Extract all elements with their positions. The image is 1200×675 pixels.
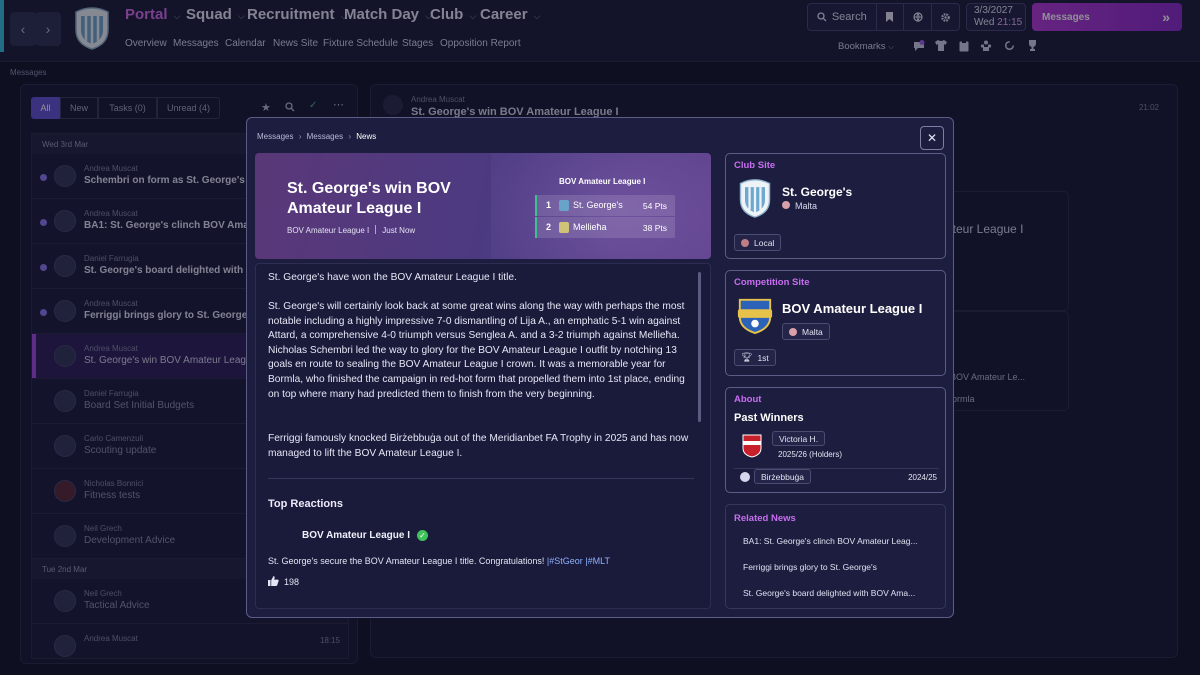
- divider: [375, 225, 377, 234]
- winner-season-text: 2024/25: [908, 473, 937, 482]
- related-news-item[interactable]: BA1: St. George's clinch BOV Amateur Lea…: [743, 536, 918, 546]
- winner-season: 2025/26 (Holders): [778, 450, 842, 459]
- reaction-body: St. George's secure the BOV Amateur Leag…: [268, 556, 545, 566]
- club-nation: Malta: [782, 201, 817, 211]
- winner-team-chip[interactable]: Victoria H.: [772, 431, 826, 446]
- club-name[interactable]: St. George's: [782, 185, 852, 199]
- malta-flag-icon: [789, 327, 797, 336]
- table-position: 1: [546, 200, 552, 210]
- verified-icon: ✓: [417, 530, 428, 541]
- crumb-messages[interactable]: Messages: [257, 132, 293, 141]
- news-meta: BOV Amateur League I Just Now: [287, 225, 415, 235]
- club-crest-icon: [739, 179, 771, 218]
- birzebbuga-crest-icon: [740, 472, 750, 482]
- article-paragraph: St. George's have won the BOV Amateur Le…: [268, 272, 517, 283]
- likes-counter[interactable]: 198: [268, 576, 299, 587]
- club-nation-label: Malta: [795, 201, 818, 211]
- competition-rank-chip[interactable]: 🏆︎ 1st: [734, 349, 776, 366]
- news-time: Just Now: [382, 226, 416, 235]
- card-title: Club Site: [734, 160, 776, 171]
- table-row[interactable]: 1 St. George's 54 Pts: [535, 195, 675, 216]
- victoria-crest-icon: [742, 434, 762, 458]
- news-article: St. George's have won the BOV Amateur Le…: [255, 263, 711, 609]
- hashtag[interactable]: |#MLT: [585, 556, 610, 566]
- divider: [268, 478, 694, 479]
- trophy-icon: 🏆︎: [741, 352, 753, 362]
- top-reactions-heading: Top Reactions: [268, 498, 343, 510]
- competition-logo-icon: [737, 298, 773, 335]
- reaction-text: St. George's secure the BOV Amateur Leag…: [268, 556, 610, 566]
- league-table-title[interactable]: BOV Amateur League I: [559, 177, 645, 186]
- chevron-right-icon: ›: [298, 132, 302, 141]
- crumb-messages-2[interactable]: Messages: [307, 132, 343, 141]
- malta-flag-icon: [782, 201, 790, 209]
- malta-flag-icon: [741, 238, 749, 247]
- thumbs-up-icon: [268, 576, 279, 586]
- hashtag[interactable]: |#StGeor: [547, 556, 583, 566]
- article-paragraph: Ferriggi famously knocked Birżebbuġa out…: [268, 433, 689, 459]
- related-news-item[interactable]: Ferriggi brings glory to St. George's: [743, 562, 877, 572]
- winner-team: Victoria H.: [779, 433, 819, 444]
- competition-site-card[interactable]: Competition Site BOV Amateur League I Ma…: [725, 270, 946, 376]
- table-position: 2: [546, 222, 552, 232]
- news-source[interactable]: BOV Amateur League I: [287, 226, 369, 235]
- club-site-card[interactable]: Club Site St. George's Malta Local: [725, 153, 946, 259]
- card-title: About: [734, 394, 762, 405]
- table-team: St. George's: [573, 200, 623, 210]
- modal-breadcrumb: Messages › Messages › News: [257, 132, 376, 141]
- table-points: 38 Pts: [642, 223, 667, 233]
- related-news-item[interactable]: St. George's board delighted with BOV Am…: [743, 588, 915, 598]
- competition-nation-chip[interactable]: Malta: [782, 323, 830, 340]
- news-headline: St. George's win BOV Amateur League I: [287, 180, 451, 217]
- winner-team: Birżebbuġa: [761, 471, 805, 482]
- news-hero: St. George's win BOV Amateur League I BO…: [255, 153, 711, 259]
- related-news-card: Related News BA1: St. George's clinch BO…: [725, 504, 946, 609]
- likes-count: 198: [284, 577, 300, 587]
- reaction-source[interactable]: BOV Amateur League I: [302, 530, 410, 541]
- about-card: About Past Winners Victoria H. 2025/26 (…: [725, 387, 946, 493]
- card-title: Related News: [734, 513, 796, 524]
- table-points: 54 Pts: [642, 201, 667, 211]
- article-paragraph: St. George's will certainly look back at…: [268, 301, 685, 400]
- close-icon: ✕: [926, 131, 938, 145]
- chevron-right-icon: ›: [348, 132, 351, 141]
- table-row[interactable]: 2 Mellieħa 38 Pts: [535, 217, 675, 238]
- team-crest-icon: [559, 222, 569, 233]
- competition-name[interactable]: BOV Amateur League I: [782, 301, 922, 316]
- winner-note: (Holders): [809, 450, 843, 459]
- news-modal: Messages › Messages › News ✕ St. George'…: [246, 117, 954, 618]
- card-title: Competition Site: [734, 277, 810, 288]
- past-winners-heading: Past Winners: [734, 412, 804, 424]
- winner-team-chip[interactable]: Birżebbuġa: [754, 469, 812, 484]
- local-chip[interactable]: Local: [734, 234, 782, 251]
- local-chip-label: Local: [754, 237, 775, 248]
- competition-nation-label: Malta: [802, 326, 823, 337]
- close-button[interactable]: ✕: [920, 126, 944, 150]
- winner-season-text: 2025/26: [778, 450, 807, 459]
- competition-rank-label: 1st: [757, 352, 769, 363]
- table-team: Mellieħa: [573, 222, 607, 232]
- team-crest-icon: [559, 200, 569, 211]
- scrollbar[interactable]: [698, 272, 701, 422]
- crumb-news: News: [356, 132, 377, 141]
